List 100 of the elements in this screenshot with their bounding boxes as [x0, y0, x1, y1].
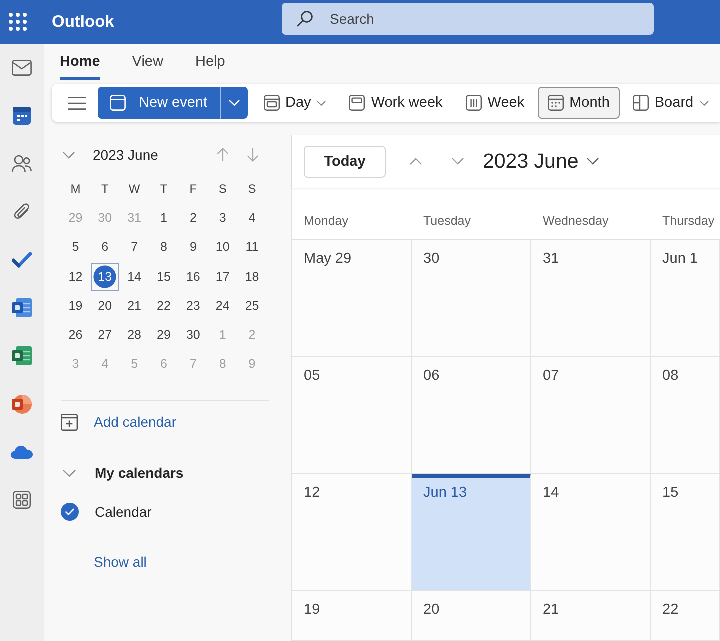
mini-calendar-day[interactable]: 16	[179, 262, 208, 291]
new-event-menu-button[interactable]	[220, 87, 248, 119]
calendar-week-icon	[466, 95, 482, 111]
cloud-icon[interactable]	[11, 445, 33, 459]
today-button[interactable]: Today	[304, 146, 386, 178]
month-label: 2023 June	[93, 147, 158, 163]
weekday-label: T	[160, 182, 168, 196]
view-button[interactable]: Day	[254, 87, 336, 119]
day-cell[interactable]: 12	[292, 474, 412, 591]
day-cell[interactable]: 30	[412, 240, 531, 357]
people-icon[interactable]	[12, 155, 32, 173]
mini-calendar-day[interactable]: 17	[208, 262, 237, 291]
new-event-button[interactable]: New event	[98, 87, 220, 119]
day-cell[interactable]: 15	[650, 474, 720, 591]
date-label: 07	[543, 368, 560, 384]
presentation-icon[interactable]	[12, 394, 32, 414]
day-cell[interactable]: Jun 13	[412, 474, 531, 591]
mail-icon[interactable]	[12, 60, 32, 76]
mini-calendar-day[interactable]: 5	[62, 233, 90, 262]
calendar-icon[interactable]	[13, 107, 31, 125]
month-picker-button[interactable]: 2023 June	[483, 150, 599, 174]
day-cell[interactable]: Jun 1	[650, 240, 720, 357]
board-layout-icon	[632, 95, 649, 111]
mini-calendar-day[interactable]: 15	[150, 262, 178, 291]
chevron-down-icon	[228, 100, 240, 106]
apps-grid-icon[interactable]	[13, 491, 31, 509]
mini-calendar-day[interactable]: 22	[150, 292, 178, 320]
search-field[interactable]: Search	[282, 3, 654, 35]
mini-calendar-day[interactable]: 24	[208, 292, 237, 320]
date-label: 14	[543, 485, 560, 501]
date-label: 31	[543, 251, 560, 267]
day-cell[interactable]: 22	[650, 591, 720, 641]
mini-calendar-day[interactable]: 26	[62, 321, 90, 350]
view-button[interactable]: Month	[538, 87, 620, 119]
calendar-day-icon	[264, 95, 280, 111]
dots-grid-icon[interactable]	[9, 13, 27, 31]
mini-calendar-day[interactable]: 9	[179, 233, 208, 262]
mini-calendar-day[interactable]: 3	[208, 204, 237, 232]
mini-calendar-day[interactable]: 6	[91, 233, 120, 262]
date-label: 21	[543, 602, 560, 618]
mini-calendar-day[interactable]: 4	[238, 204, 266, 232]
document-icon[interactable]	[12, 298, 32, 318]
mini-calendar-day[interactable]: 30	[179, 321, 208, 350]
mini-calendar-day[interactable]: 21	[120, 292, 149, 320]
mini-calendar-day[interactable]: 2	[179, 204, 208, 232]
date-label: 12	[304, 485, 320, 501]
checkmark-icon[interactable]	[12, 252, 32, 268]
ribbon-tab[interactable]: Help	[195, 44, 226, 80]
calendar-group-toggle[interactable]: My calendars	[61, 458, 184, 488]
mini-calendar-day[interactable]: 7	[120, 233, 149, 262]
checkbox-checked-icon[interactable]	[61, 503, 79, 522]
day-cell[interactable]: 14	[531, 474, 650, 591]
mini-calendar-day[interactable]: 10	[208, 233, 237, 262]
paperclip-icon[interactable]	[14, 202, 30, 222]
day-cell[interactable]: 06	[412, 357, 531, 474]
mini-calendar-day[interactable]: 12	[62, 262, 90, 291]
ribbon-tab[interactable]: Home	[60, 44, 100, 80]
view-button[interactable]: Week	[456, 87, 535, 119]
day-cell[interactable]: 21	[531, 591, 650, 641]
mini-calendar-day[interactable]: 8	[150, 233, 178, 262]
show-all-link[interactable]: Show all	[94, 547, 147, 578]
chevron-up-icon[interactable]	[410, 158, 422, 165]
mini-calendar-day[interactable]: 14	[120, 262, 149, 291]
ribbon-tab[interactable]: View	[132, 44, 164, 80]
weekday-label: M	[70, 182, 81, 196]
calendar-workweek-icon	[349, 95, 366, 111]
view-button[interactable]: Board	[622, 87, 719, 119]
mini-calendar-day[interactable]: 19	[62, 292, 90, 320]
mini-calendar-day[interactable]: 20	[91, 292, 120, 320]
search-icon	[297, 11, 313, 27]
mini-calendar-day[interactable]: 13	[91, 262, 120, 291]
mini-calendar-day[interactable]: 27	[91, 321, 120, 350]
date-label: May 29	[304, 251, 352, 267]
day-cell[interactable]: 31	[531, 240, 650, 357]
day-cell[interactable]: 07	[531, 357, 650, 474]
weekday-label: W	[128, 182, 140, 196]
mini-calendar-day[interactable]: 11	[238, 233, 266, 262]
mini-calendar-day[interactable]: 18	[238, 262, 266, 291]
weekday-label: T	[101, 182, 109, 196]
mini-calendar-day[interactable]: 23	[179, 292, 208, 320]
weekday-label: F	[190, 182, 198, 196]
day-cell[interactable]: 20	[412, 591, 531, 641]
menu-icon	[68, 96, 86, 110]
day-cell[interactable]: 08	[650, 357, 720, 474]
chevron-down-icon[interactable]	[63, 152, 75, 158]
day-cell[interactable]: 05	[292, 357, 412, 474]
date-label: 22	[662, 602, 679, 618]
spreadsheet-icon[interactable]	[12, 346, 32, 366]
app-title: Outlook	[52, 12, 114, 32]
date-label: 05	[304, 368, 320, 384]
day-cell[interactable]: May 29	[292, 240, 412, 357]
view-button[interactable]: Work week	[339, 87, 453, 119]
date-label: 15	[662, 485, 679, 501]
chevron-down-icon[interactable]	[452, 158, 464, 165]
mini-calendar-day[interactable]: 29	[150, 321, 178, 350]
mini-calendar-day[interactable]: 25	[238, 292, 266, 320]
add-calendar-button[interactable]: Add calendar	[61, 407, 177, 438]
day-cell[interactable]: 19	[292, 591, 412, 641]
mini-calendar-day[interactable]: 1	[150, 204, 178, 232]
mini-calendar-day[interactable]: 28	[120, 321, 149, 350]
